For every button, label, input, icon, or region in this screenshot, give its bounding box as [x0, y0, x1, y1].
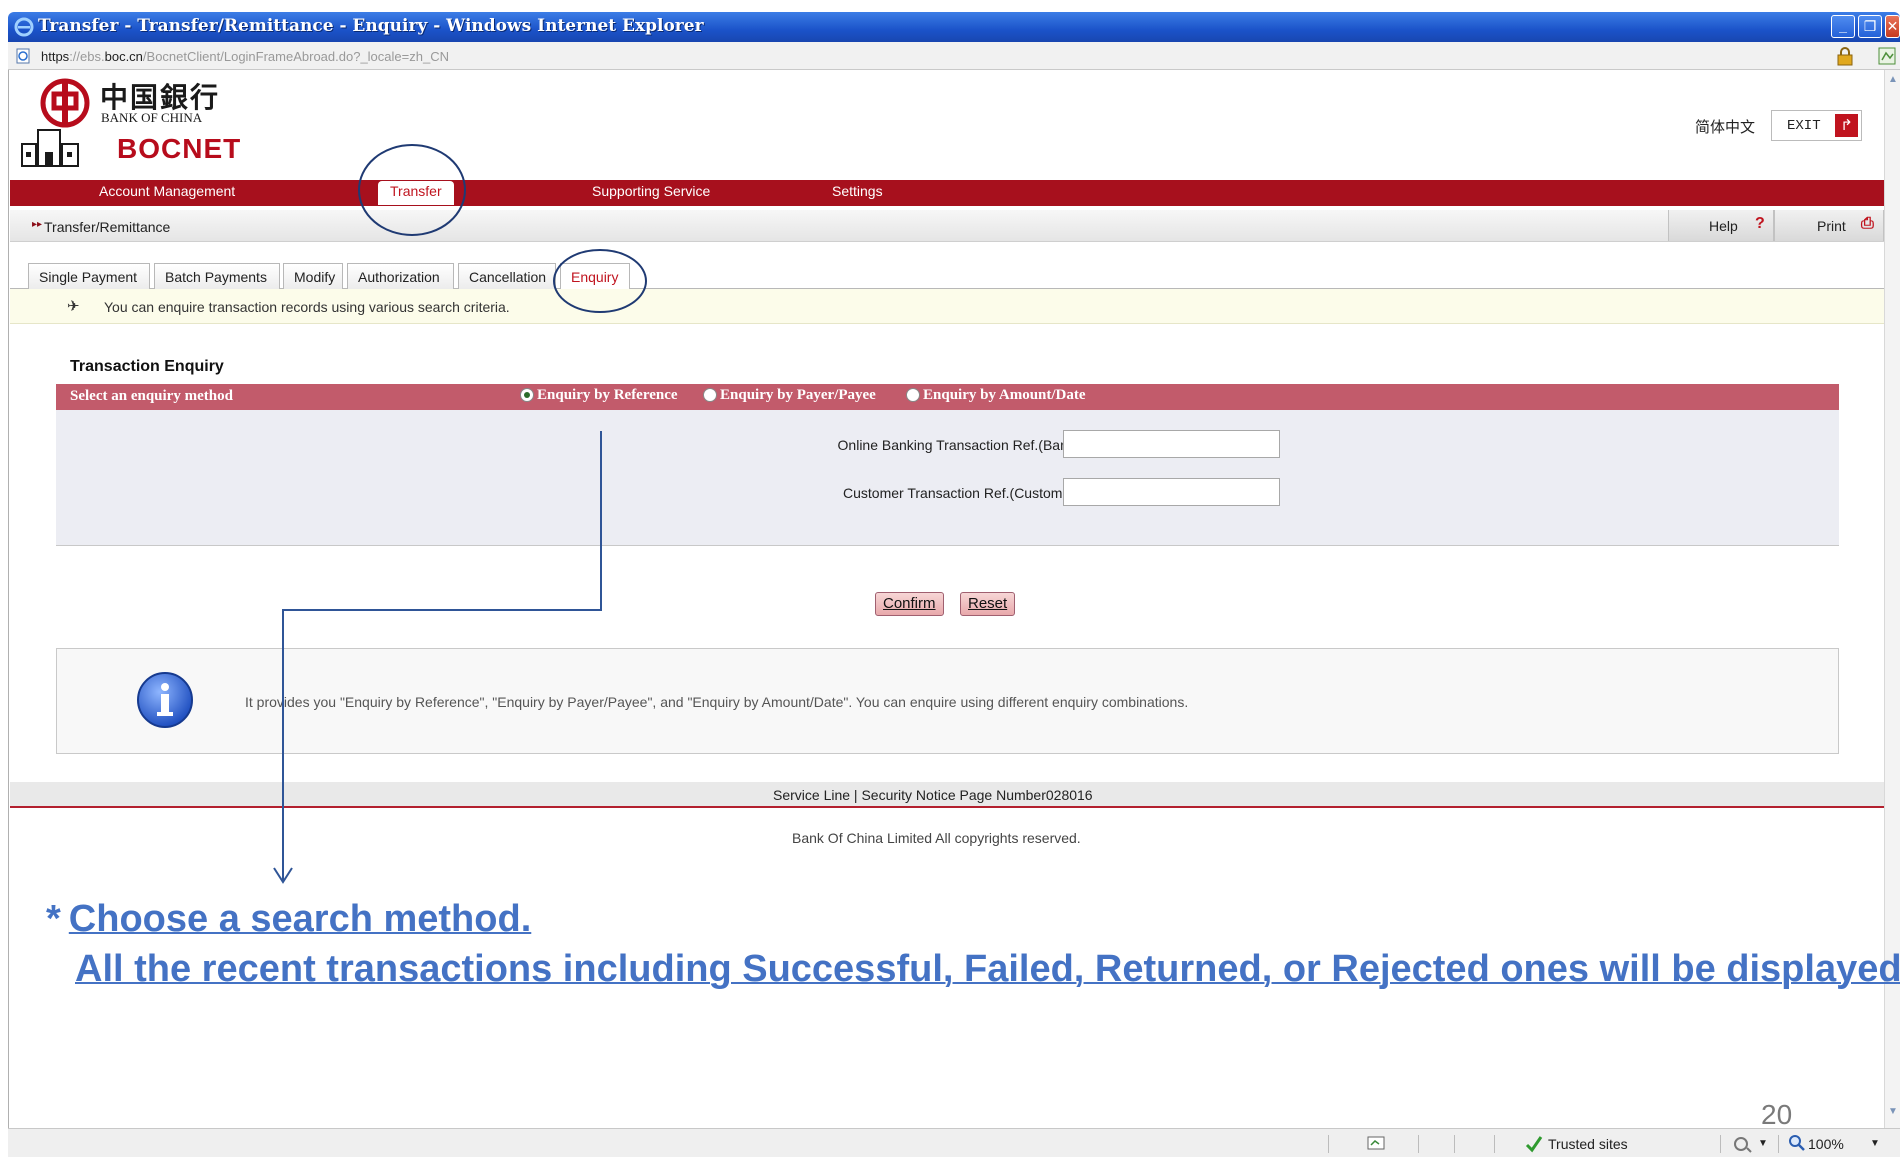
footer-links-text[interactable]: Service Line | Security Notice Page Numb… — [773, 787, 1093, 803]
help-icon: ? — [1755, 215, 1765, 232]
info-box: It provides you "Enquiry by Reference", … — [56, 648, 1839, 754]
print-button[interactable]: Print ⎙ — [1774, 210, 1884, 241]
protected-mode-icon[interactable] — [1732, 1135, 1754, 1153]
scroll-down-icon[interactable]: ▼ — [1886, 1106, 1900, 1122]
tab-batch-payments[interactable]: Batch Payments — [154, 263, 280, 289]
main-nav: Account Management Transfer Supporting S… — [10, 180, 1884, 206]
internet-explorer-icon — [14, 17, 34, 37]
scroll-up-icon[interactable]: ▲ — [1886, 74, 1900, 90]
close-button[interactable]: ✕ — [1885, 15, 1900, 38]
address-bar[interactable]: https://ebs.boc.cn/BocnetClient/LoginFra… — [8, 42, 1900, 70]
breadcrumb-arrow-icon: ▸▸ — [32, 219, 43, 230]
tab-modify[interactable]: Modify — [283, 263, 343, 289]
building-logo-icon — [21, 129, 79, 167]
exit-arrow-icon: ↱ — [1835, 114, 1858, 137]
printer-icon: ⎙ — [1861, 215, 1874, 232]
radio-enquiry-by-payer-payee[interactable]: Enquiry by Payer/Payee — [703, 387, 876, 404]
radio-selected-icon[interactable] — [520, 388, 534, 402]
page-icon — [16, 48, 30, 64]
notice-banner: ✈ You can enquire transaction records us… — [10, 289, 1884, 324]
customer-ref-input[interactable] — [1063, 478, 1280, 506]
nav-account-management[interactable]: Account Management — [99, 183, 235, 199]
annotation-line-1-text: Choose a search method. — [68, 898, 532, 940]
tab-enquiry[interactable]: Enquiry — [560, 263, 630, 289]
lock-icon[interactable] — [1834, 45, 1856, 67]
window-titlebar: Transfer - Transfer/Remittance - Enquiry… — [8, 12, 1900, 42]
radio-enquiry-by-reference[interactable]: Enquiry by Reference — [520, 387, 678, 404]
print-label: Print — [1817, 218, 1846, 234]
breadcrumb: ▸▸ Transfer/Remittance Help ? Print ⎙ — [10, 210, 1884, 242]
enquiry-method-label: Select an enquiry method — [70, 388, 233, 404]
protected-mode-dropdown-icon[interactable]: ▼ — [1758, 1138, 1768, 1149]
tab-authorization[interactable]: Authorization — [347, 263, 454, 289]
exit-button[interactable]: EXIT ↱ — [1771, 110, 1862, 141]
nav-transfer[interactable]: Transfer — [378, 181, 454, 205]
url-text[interactable]: https://ebs.boc.cn/BocnetClient/LoginFra… — [41, 49, 449, 64]
annotation-line-2: All the recent transactions including Su… — [75, 948, 1900, 990]
info-text: It provides you "Enquiry by Reference", … — [245, 694, 1189, 710]
tab-single-payment[interactable]: Single Payment — [28, 263, 150, 289]
exit-label: EXIT — [1787, 118, 1821, 134]
bank-of-china-emblem-icon — [40, 78, 90, 128]
confirm-button[interactable]: Confirm — [875, 592, 944, 616]
zoom-level[interactable]: 100% — [1808, 1136, 1844, 1152]
language-switch[interactable]: 简体中文 — [1695, 116, 1755, 137]
help-button[interactable]: Help ? — [1668, 210, 1774, 241]
annotation-line-1: * Choose a search method. — [46, 898, 531, 941]
window-title: Transfer - Transfer/Remittance - Enquiry… — [38, 16, 704, 36]
compatibility-icon[interactable] — [1876, 45, 1898, 67]
footer-links: Service Line | Security Notice Page Numb… — [10, 782, 1884, 808]
reset-button[interactable]: Reset — [960, 592, 1016, 616]
transaction-enquiry-title: Transaction Enquiry — [70, 358, 224, 375]
popup-blocker-icon[interactable] — [1366, 1135, 1388, 1153]
annotation-asterisk: * — [46, 898, 61, 940]
radio-unselected-icon[interactable] — [703, 388, 717, 402]
nav-supporting-service[interactable]: Supporting Service — [592, 183, 710, 199]
pin-icon: ✈ — [67, 298, 80, 315]
status-bar: Trusted sites ▼ 100% ▼ — [8, 1128, 1900, 1157]
copyright-text: Bank Of China Limited All copyrights res… — [792, 830, 1081, 846]
enquiry-form: Online Banking Transaction Ref.(Bank Ref… — [56, 410, 1839, 546]
minimize-button[interactable]: _ — [1831, 15, 1855, 38]
tab-cancellation[interactable]: Cancellation — [458, 263, 556, 289]
slide-number: 20 — [1761, 1099, 1793, 1130]
bank-ref-input[interactable] — [1063, 430, 1280, 458]
trusted-check-icon — [1525, 1136, 1543, 1153]
security-zone[interactable]: Trusted sites — [1548, 1136, 1628, 1152]
zoom-dropdown-icon[interactable]: ▼ — [1870, 1138, 1880, 1149]
maximize-button[interactable]: ❐ — [1858, 15, 1882, 38]
enquiry-method-bar: Select an enquiry method Enquiry by Refe… — [56, 384, 1839, 410]
radio-unselected-icon[interactable] — [906, 388, 920, 402]
nav-settings[interactable]: Settings — [832, 183, 883, 199]
logo-english-text: BANK OF CHINA — [101, 110, 203, 125]
breadcrumb-text: Transfer/Remittance — [44, 219, 171, 235]
bocnet-title: BOCNET — [117, 133, 242, 164]
zoom-icon[interactable] — [1788, 1134, 1806, 1152]
notice-text: You can enquire transaction records usin… — [104, 299, 510, 315]
radio-enquiry-by-amount-date[interactable]: Enquiry by Amount/Date — [906, 387, 1086, 404]
help-label: Help — [1709, 218, 1738, 234]
info-icon — [137, 672, 193, 728]
